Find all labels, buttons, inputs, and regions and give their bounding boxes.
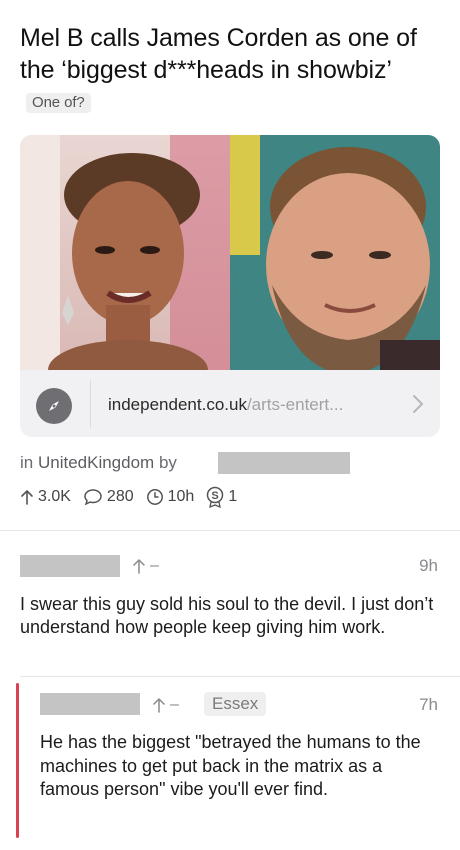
upvote-stat[interactable]: 3.0K (20, 488, 71, 506)
preview-image-left (20, 135, 230, 370)
reply-vote[interactable]: – (152, 696, 179, 714)
author-redacted[interactable] (218, 452, 350, 474)
clock-icon (146, 489, 163, 505)
award-icon: S (207, 486, 224, 508)
link-preview-card[interactable]: independent.co.uk/arts-entert... (20, 135, 440, 437)
divider (0, 530, 460, 531)
divider (20, 676, 460, 677)
comment-count: 280 (106, 488, 134, 505)
reply-score: – (170, 696, 179, 713)
arrow-up-icon (21, 490, 33, 505)
comment-vote[interactable]: – (132, 557, 159, 575)
comment-bubble-icon (84, 489, 102, 506)
comment-author-redacted[interactable] (20, 555, 120, 577)
reply-user-flair: Essex (204, 692, 267, 716)
award-stat[interactable]: S 1 (206, 486, 237, 508)
comment-score: – (150, 557, 159, 574)
upvote-count: 3.0K (38, 488, 71, 505)
reply-thread-bar[interactable] (16, 683, 19, 838)
chevron-right-icon (413, 395, 423, 413)
reply-body: He has the biggest "betrayed the humans … (40, 732, 421, 799)
link-bar[interactable]: independent.co.uk/arts-entert... (20, 370, 440, 437)
meta-by: by (158, 453, 177, 472)
compass-icon (36, 388, 72, 424)
link-path: /arts-entert... (246, 395, 344, 414)
age-stat: 10h (146, 488, 195, 506)
link-domain: independent.co.uk (108, 395, 247, 414)
svg-text:S: S (212, 490, 219, 502)
post-flair[interactable]: One of? (26, 93, 91, 113)
comment-stat[interactable]: 280 (83, 488, 134, 506)
subreddit-link[interactable]: UnitedKingdom (38, 453, 154, 472)
post-stats: 3.0K 280 10h S 1 (20, 485, 249, 509)
post-title[interactable]: Mel B calls James Corden as one of the ‘… (20, 22, 440, 118)
comment-body: I swear this guy sold his soul to the de… (20, 594, 434, 637)
preview-image-right (230, 135, 440, 370)
reply-time: 7h (419, 695, 438, 714)
comment-time: 9h (419, 556, 438, 575)
reply-author-redacted[interactable] (40, 693, 140, 715)
meta-prefix: in (20, 453, 34, 472)
arrow-up-icon (133, 559, 145, 574)
link-url[interactable]: independent.co.uk/arts-entert... (108, 394, 343, 416)
arrow-up-icon (153, 698, 165, 713)
post-title-text: Mel B calls James Corden as one of the ‘… (20, 24, 417, 84)
award-count: 1 (228, 488, 238, 505)
post-meta: in UnitedKingdom by (20, 452, 177, 474)
link-divider (90, 380, 91, 428)
post-age: 10h (167, 488, 195, 505)
